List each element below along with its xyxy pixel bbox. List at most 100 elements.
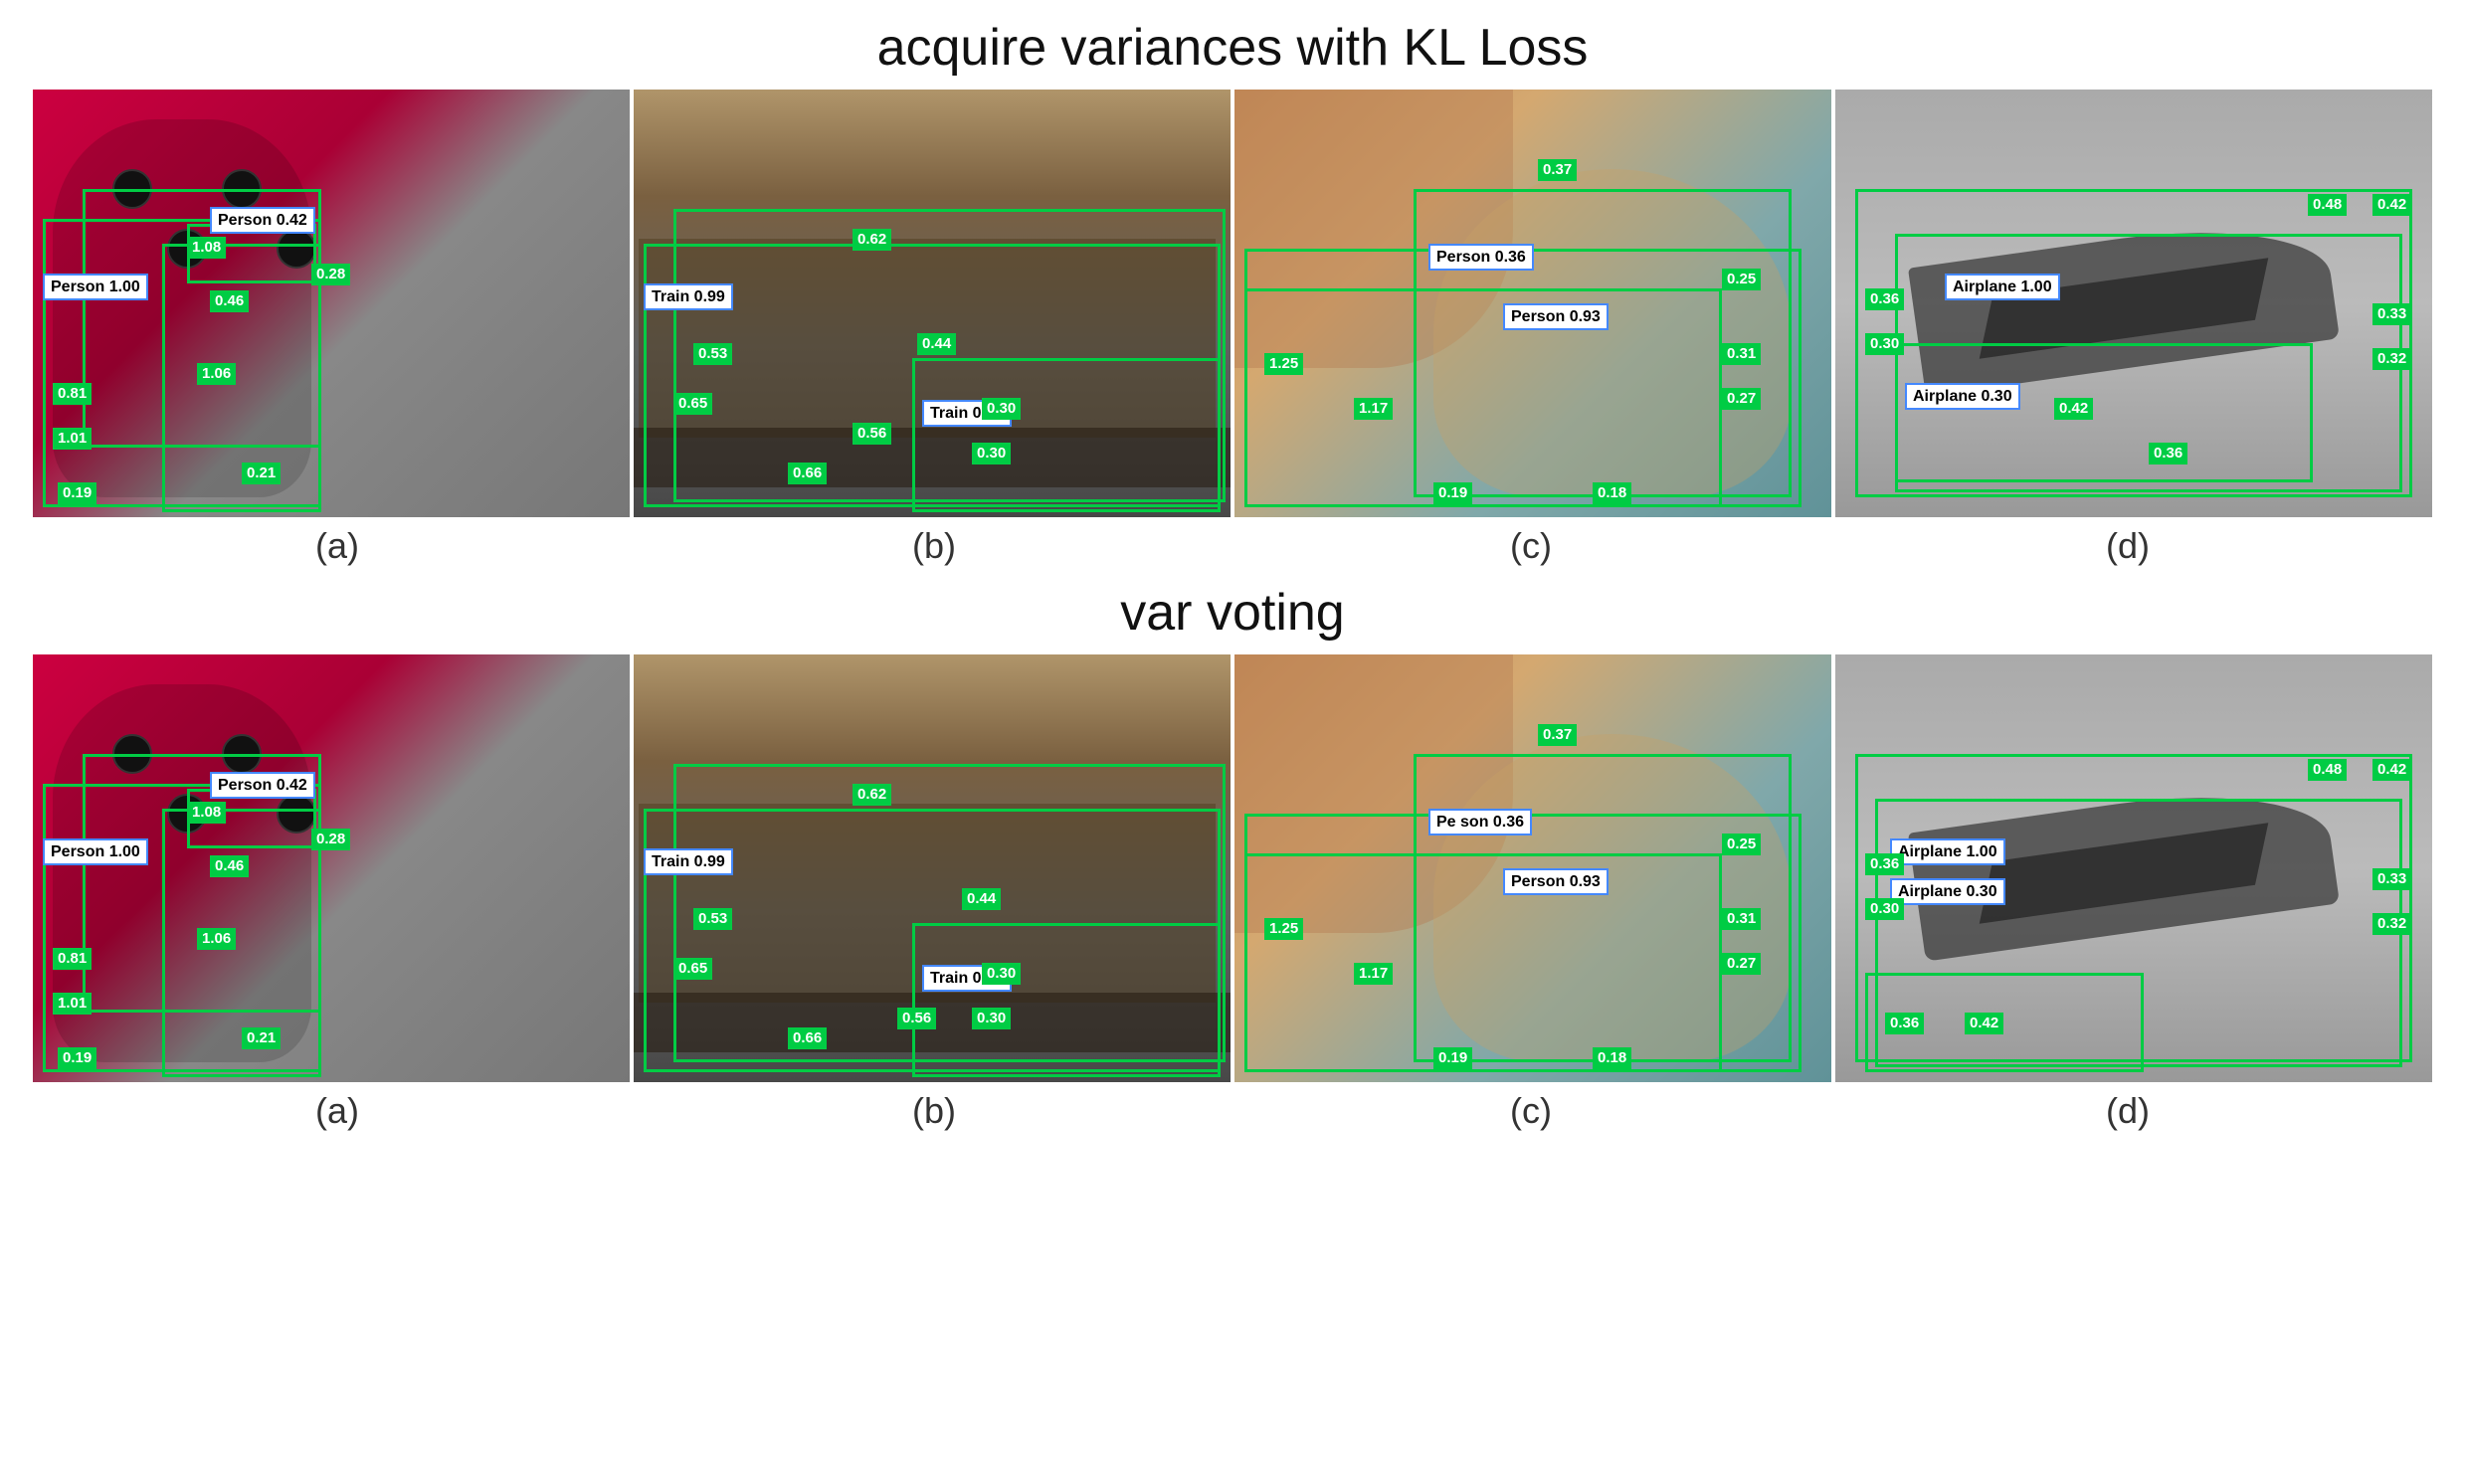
caption-row1: (a)(b)(c)(d) — [0, 519, 2465, 569]
main-container: acquire variances with KL Loss Person 1.… — [0, 0, 2465, 1134]
cell-row1-child: Person 0.36 Person 0.93 0.37 0.25 0.31 0.27 1.… — [1234, 90, 1831, 517]
label-6: 1.25 — [1264, 353, 1303, 375]
label-0: Person 1.00 — [43, 838, 148, 865]
label-4: 0.36 — [1865, 853, 1904, 875]
label-8: 0.30 — [982, 963, 1021, 985]
label-2: 0.37 — [1538, 159, 1577, 181]
label-4: 0.31 — [1722, 908, 1761, 930]
label-4: 0.36 — [1865, 288, 1904, 310]
label-1: Airplane 0.30 — [1890, 878, 2005, 905]
label-2: 1.08 — [187, 237, 226, 259]
label-8: 0.19 — [1433, 1047, 1472, 1069]
label-9: 0.18 — [1593, 482, 1631, 504]
label-7: 1.17 — [1354, 398, 1393, 420]
label-7: 0.66 — [788, 463, 827, 484]
label-0: Airplane 1.00 — [1945, 274, 2060, 300]
label-7: 0.32 — [2372, 913, 2411, 935]
label-8: 0.30 — [982, 398, 1021, 420]
label-7: 1.17 — [1354, 963, 1393, 985]
label-3: 0.44 — [962, 888, 1001, 910]
label-5: 0.27 — [1722, 388, 1761, 410]
label-0: Train 0.99 — [644, 848, 733, 875]
label-9: 0.36 — [2149, 443, 2187, 464]
label-7: 1.01 — [53, 428, 92, 450]
caption-row1-1: (b) — [636, 523, 1232, 569]
title-kl-loss: acquire variances with KL Loss — [0, 0, 2465, 88]
label-5: 0.65 — [673, 393, 712, 415]
label-1: Person 0.42 — [210, 772, 315, 799]
label-5: 0.81 — [53, 383, 92, 405]
label-9: 0.19 — [58, 1047, 96, 1069]
label-1: Person 0.42 — [210, 207, 315, 234]
label-2: 0.37 — [1538, 724, 1577, 746]
label-2: 0.62 — [853, 229, 891, 251]
label-3: 0.44 — [917, 333, 956, 355]
label-7: 1.01 — [53, 993, 92, 1015]
label-7: 0.66 — [788, 1027, 827, 1049]
label-6: 0.56 — [853, 423, 891, 445]
label-9: 0.42 — [1965, 1013, 2003, 1034]
label-5: 0.65 — [673, 958, 712, 980]
label-0: Person 1.00 — [43, 274, 148, 300]
cell-row2-airplane: Airplane 1.00 Airplane 0.30 0.48 0.42 0.36 0.… — [1835, 654, 2432, 1082]
label-3: 0.25 — [1722, 269, 1761, 290]
label-3: 0.42 — [2372, 194, 2411, 216]
label-7: 0.32 — [2372, 348, 2411, 370]
label-6: 0.56 — [897, 1008, 936, 1029]
cell-row2-train: Train 0.99Train 0.350.620.440.530.650.56… — [634, 654, 1231, 1082]
label-2: 0.62 — [853, 784, 891, 806]
label-1: Person 0.93 — [1503, 868, 1609, 895]
label-4: 0.28 — [311, 829, 350, 850]
cell-row2-person: Person 1.00 Person 0.42 1.08 0.46 0.28 0.81 1.… — [33, 654, 630, 1082]
label-1: Person 0.93 — [1503, 303, 1609, 330]
label-3: 0.46 — [210, 290, 249, 312]
label-9: 0.19 — [58, 482, 96, 504]
label-9: 0.30 — [972, 1008, 1011, 1029]
label-8: 0.19 — [1433, 482, 1472, 504]
label-8: 0.21 — [242, 463, 281, 484]
caption-row1-2: (c) — [1232, 523, 1829, 569]
label-4: 0.31 — [1722, 343, 1761, 365]
label-2: 0.48 — [2308, 194, 2347, 216]
label-2: 1.08 — [187, 802, 226, 824]
cell-row1-airplane: Airplane 1.00 Airplane 0.30 0.48 0.42 0.36 0.… — [1835, 90, 2432, 517]
cell-row1-train: Train 0.99Train 0.350.620.440.530.650.56… — [634, 90, 1231, 517]
label-4: 0.53 — [693, 908, 732, 930]
caption-row2-0: (a) — [39, 1088, 636, 1134]
label-3: 0.46 — [210, 855, 249, 877]
title-var-voting: var voting — [0, 569, 2465, 652]
label-3: 0.42 — [2372, 759, 2411, 781]
label-1: Airplane 0.30 — [1905, 383, 2020, 410]
label-6: 1.06 — [197, 363, 236, 385]
label-9: 0.30 — [972, 443, 1011, 464]
label-0: Train 0.99 — [644, 283, 733, 310]
caption-row2-1: (b) — [636, 1088, 1232, 1134]
label-6: 0.30 — [1865, 898, 1904, 920]
label-8: 0.36 — [1885, 1013, 1924, 1034]
label-6: 1.25 — [1264, 918, 1303, 940]
caption-row2-3: (d) — [1829, 1088, 2426, 1134]
label-4: 0.28 — [311, 264, 350, 285]
label-2: 0.48 — [2308, 759, 2347, 781]
label-5: 0.81 — [53, 948, 92, 970]
caption-row2: (a)(b)(c)(d) — [0, 1084, 2465, 1134]
label-9: 0.18 — [1593, 1047, 1631, 1069]
label-8: 0.42 — [2054, 398, 2093, 420]
label-0: Airplane 1.00 — [1890, 838, 2005, 865]
caption-row1-3: (d) — [1829, 523, 2426, 569]
caption-row2-2: (c) — [1232, 1088, 1829, 1134]
label-4: 0.53 — [693, 343, 732, 365]
caption-row1-0: (a) — [39, 523, 636, 569]
cell-row1-person: Person 1.00 Person 0.42 1.08 0.46 0.28 0.81 1.… — [33, 90, 630, 517]
label-0: Pe son 0.36 — [1428, 809, 1532, 835]
label-3: 0.25 — [1722, 834, 1761, 855]
cell-row2-child: Pe son 0.36 Person 0.93 0.37 0.25 0.31 0.27 1.… — [1234, 654, 1831, 1082]
label-6: 1.06 — [197, 928, 236, 950]
label-5: 0.33 — [2372, 868, 2411, 890]
label-8: 0.21 — [242, 1027, 281, 1049]
label-5: 0.27 — [1722, 953, 1761, 975]
label-0: Person 0.36 — [1428, 244, 1534, 271]
label-6: 0.30 — [1865, 333, 1904, 355]
row1-grid: Person 1.00 Person 0.42 1.08 0.46 0.28 0.81 1.… — [0, 88, 2465, 519]
label-5: 0.33 — [2372, 303, 2411, 325]
